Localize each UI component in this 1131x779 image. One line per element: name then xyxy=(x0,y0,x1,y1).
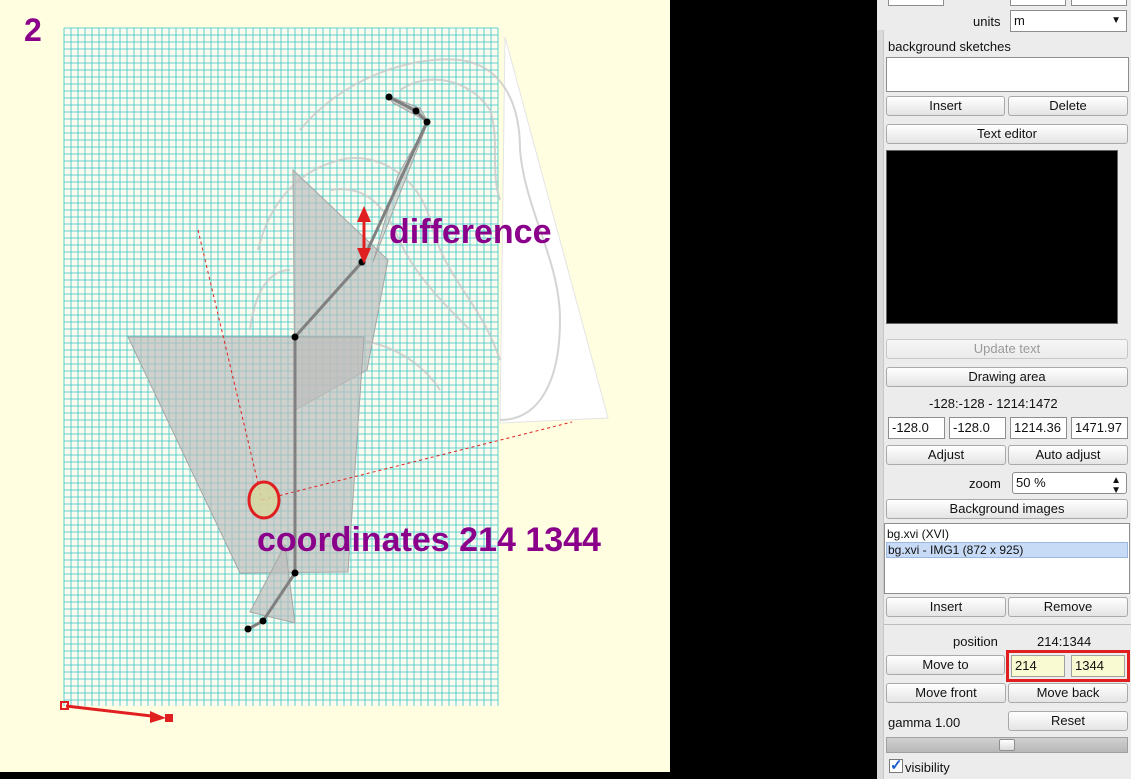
visibility-label: visibility xyxy=(905,760,950,775)
visibility-checkbox[interactable]: ✓ xyxy=(889,757,903,774)
position-label: position xyxy=(953,634,998,649)
zoom-value: 50 % xyxy=(1016,475,1046,490)
zoom-select[interactable]: 50 % ▲ ▼ xyxy=(1012,472,1127,494)
drawing-range-readout: -128:-128 - 1214:1472 xyxy=(929,396,1058,411)
divider xyxy=(884,624,1131,625)
delete-sketch-button[interactable]: Delete xyxy=(1008,96,1128,116)
window-gap xyxy=(670,0,877,779)
list-item[interactable]: bg.xvi (XVI) xyxy=(886,526,1128,542)
gamma-slider-track[interactable] xyxy=(886,737,1128,753)
range-field-ymax[interactable]: 1471.97 xyxy=(1071,417,1128,439)
background-images-list[interactable]: bg.xvi (XVI) bg.xvi - IMG1 (872 x 925) xyxy=(884,523,1130,594)
range-field-xmax[interactable]: 1214.36 xyxy=(1010,417,1067,439)
remove-image-button[interactable]: Remove xyxy=(1008,597,1128,617)
annotation-coordinates: coordinates 214 1344 xyxy=(257,521,601,559)
move-front-button[interactable]: Move front xyxy=(886,683,1006,703)
list-item-selected[interactable]: bg.xvi - IMG1 (872 x 925) xyxy=(886,542,1128,558)
anchor-ellipse xyxy=(247,480,281,520)
position-y-field[interactable]: 1344 xyxy=(1071,655,1125,677)
move-back-button[interactable]: Move back xyxy=(1008,683,1128,703)
auto-adjust-button[interactable]: Auto adjust xyxy=(1008,445,1128,465)
insert-sketch-button[interactable]: Insert xyxy=(886,96,1005,116)
background-images-button[interactable]: Background images xyxy=(886,499,1128,519)
text-editor-area[interactable] xyxy=(886,150,1118,324)
units-select[interactable]: m ▼ xyxy=(1010,10,1127,32)
annotation-difference: difference xyxy=(389,213,552,251)
stepper-icon: ▲ ▼ xyxy=(1111,475,1121,494)
drawing-canvas[interactable]: 2 difference coordinates 214 1344 xyxy=(0,0,670,772)
top-field-2[interactable] xyxy=(1010,0,1066,6)
panel-scrollbar[interactable] xyxy=(877,30,884,779)
top-field-3[interactable] xyxy=(1071,0,1127,6)
reset-gamma-button[interactable]: Reset xyxy=(1008,711,1128,731)
units-value: m xyxy=(1014,13,1025,28)
range-field-xmin[interactable]: -128.0 xyxy=(888,417,945,439)
chevron-down-icon: ▼ xyxy=(1111,15,1121,26)
background-sketches-list[interactable] xyxy=(886,57,1129,92)
position-x-field[interactable]: 214 xyxy=(1011,655,1065,677)
move-to-button[interactable]: Move to xyxy=(886,655,1005,675)
checkmark-icon: ✓ xyxy=(890,757,903,774)
update-text-button[interactable]: Update text xyxy=(886,339,1128,359)
canvas-drawing[interactable] xyxy=(0,0,670,772)
background-sketches-label: background sketches xyxy=(888,39,1011,54)
gamma-label: gamma 1.00 xyxy=(888,715,961,730)
text-editor-button[interactable]: Text editor xyxy=(886,124,1128,144)
step-number: 2 xyxy=(24,12,42,48)
top-field-1[interactable] xyxy=(888,0,944,6)
units-label: units xyxy=(973,14,1001,29)
zoom-label: zoom xyxy=(969,476,1001,491)
drawing-area-button[interactable]: Drawing area xyxy=(886,367,1128,387)
position-value: 214:1344 xyxy=(1037,634,1092,649)
adjust-button[interactable]: Adjust xyxy=(886,445,1006,465)
gamma-slider-thumb[interactable] xyxy=(999,739,1015,751)
range-field-ymin[interactable]: -128.0 xyxy=(949,417,1006,439)
insert-image-button[interactable]: Insert xyxy=(886,597,1006,617)
